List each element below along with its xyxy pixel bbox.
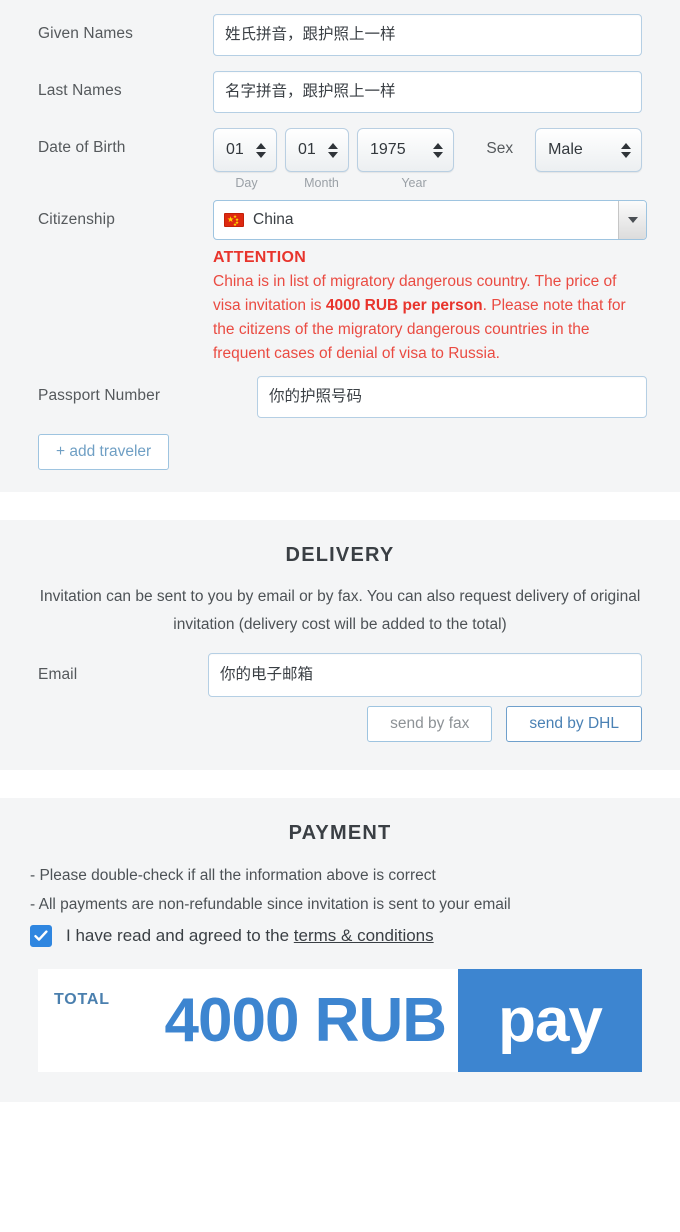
spinner-arrows-icon[interactable] xyxy=(621,142,641,158)
given-names-input[interactable] xyxy=(213,14,642,56)
citizenship-value: China xyxy=(253,211,294,228)
attention-block: ATTENTION China is in list of migratory … xyxy=(213,249,647,366)
send-by-dhl-button[interactable]: send by DHL xyxy=(506,706,642,742)
terms-agreement-row: I have read and agreed to the terms & co… xyxy=(0,919,680,947)
dob-month-select[interactable]: 01 xyxy=(285,128,349,172)
given-names-label: Given Names xyxy=(38,25,133,42)
payment-note-2: - All payments are non-refundable since … xyxy=(30,896,511,913)
payment-section: PAYMENT - Please double-check if all the… xyxy=(0,798,680,1102)
email-row: Email xyxy=(0,653,680,697)
citizenship-select[interactable]: ★ ★ ★ ★ ★ China xyxy=(213,200,647,240)
add-traveler-button[interactable]: + add traveler xyxy=(38,434,170,470)
payment-note-1: - Please double-check if all the informa… xyxy=(30,867,436,884)
attention-price: 4000 RUB per person xyxy=(325,297,483,314)
date-of-birth-field-wrap: 01 01 1975 Sex Male Day Month Year xyxy=(213,128,643,190)
delivery-actions: send by fax send by DHL xyxy=(0,706,680,742)
date-of-birth-label: Date of Birth xyxy=(38,139,126,156)
total-amount: 4000 RUB xyxy=(164,985,447,1055)
terms-agreement-text: I have read and agreed to the terms & co… xyxy=(66,926,434,946)
sex-select[interactable]: Male xyxy=(535,128,643,172)
email-label: Email xyxy=(38,666,78,683)
dob-day-caption: Day xyxy=(235,176,258,190)
passport-number-input[interactable] xyxy=(257,376,647,418)
send-by-fax-button[interactable]: send by fax xyxy=(367,706,493,742)
chevron-down-icon[interactable] xyxy=(618,201,646,239)
terms-checkbox[interactable] xyxy=(30,925,52,947)
email-field-wrap xyxy=(208,653,642,697)
dob-day-select[interactable]: 01 xyxy=(213,128,277,172)
checkmark-icon xyxy=(34,930,48,941)
last-names-input[interactable] xyxy=(213,71,642,113)
dob-year-value: 1975 xyxy=(370,141,406,158)
date-of-birth-controls: 01 01 1975 Sex Male xyxy=(213,128,643,172)
spinner-arrows-icon[interactable] xyxy=(256,142,276,158)
passport-number-field-wrap xyxy=(213,376,647,418)
email-input[interactable] xyxy=(208,653,642,697)
total-label: TOTAL xyxy=(54,991,110,1008)
section-divider xyxy=(0,492,680,520)
visa-invitation-form: Given Names Last Names Date of Birth 01 xyxy=(0,0,680,1102)
given-names-field-wrap xyxy=(213,14,642,56)
dob-day-value: 01 xyxy=(226,141,244,158)
passport-number-label: Passport Number xyxy=(38,387,161,404)
passport-number-row: Passport Number xyxy=(0,376,680,418)
terms-and-conditions-link[interactable]: terms & conditions xyxy=(294,926,434,945)
citizenship-row: Citizenship ★ ★ ★ ★ ★ China ATTENTION Ch… xyxy=(0,200,680,366)
last-names-field-wrap xyxy=(213,71,642,113)
total-and-pay-bar: TOTAL 4000 RUB pay xyxy=(38,969,642,1072)
spinner-arrows-icon[interactable] xyxy=(433,142,453,158)
given-names-row: Given Names xyxy=(0,14,680,56)
pay-button[interactable]: pay xyxy=(458,969,642,1072)
spinner-arrows-icon[interactable] xyxy=(328,142,348,158)
add-traveler-wrap: + add traveler xyxy=(0,430,680,470)
delivery-section: DELIVERY Invitation can be sent to you b… xyxy=(0,520,680,770)
date-of-birth-row: Date of Birth 01 01 1975 Sex Male Day Mo… xyxy=(0,128,680,190)
delivery-subtitle: Invitation can be sent to you by email o… xyxy=(39,588,641,633)
dob-year-caption: Year xyxy=(401,176,427,190)
dob-year-select[interactable]: 1975 xyxy=(357,128,455,172)
last-names-row: Last Names xyxy=(0,71,680,113)
section-divider xyxy=(0,770,680,798)
dob-month-caption: Month xyxy=(304,176,339,190)
sex-label: Sex xyxy=(486,140,514,157)
payment-title: PAYMENT xyxy=(288,822,392,844)
last-names-label: Last Names xyxy=(38,82,122,99)
terms-agreement-prefix: I have read and agreed to the xyxy=(66,926,294,945)
citizenship-label: Citizenship xyxy=(38,211,115,228)
date-of-birth-captions: Day Month Year xyxy=(213,176,642,190)
attention-title: ATTENTION xyxy=(213,249,307,266)
travelers-section: Given Names Last Names Date of Birth 01 xyxy=(0,0,680,492)
delivery-title: DELIVERY xyxy=(285,544,395,566)
attention-body: China is in list of migratory dangerous … xyxy=(213,270,647,366)
total-box: TOTAL 4000 RUB xyxy=(38,969,458,1072)
dob-month-value: 01 xyxy=(298,141,316,158)
sex-value: Male xyxy=(548,141,583,158)
china-flag-icon: ★ ★ ★ ★ ★ xyxy=(224,213,244,227)
citizenship-field-wrap: ★ ★ ★ ★ ★ China ATTENTION China is in li… xyxy=(213,200,647,366)
